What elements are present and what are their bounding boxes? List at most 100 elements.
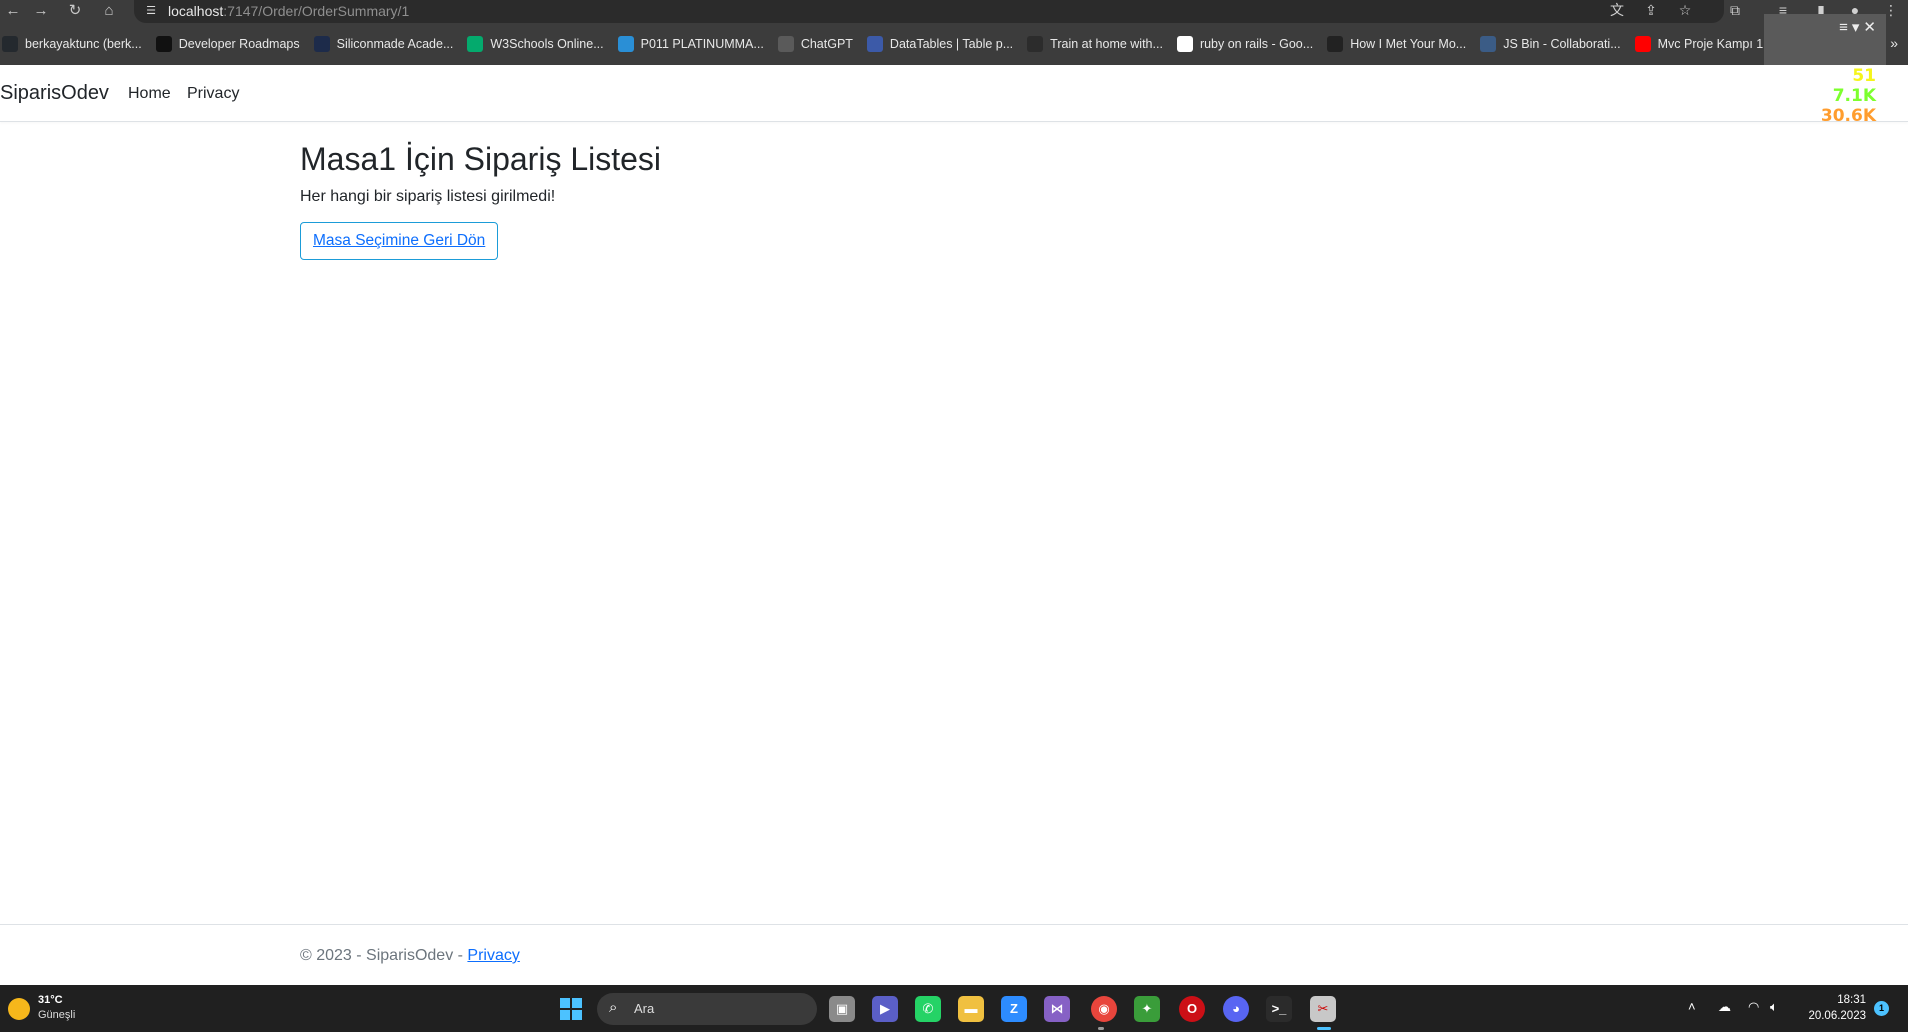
- search-placeholder: Ara: [634, 1001, 655, 1016]
- search-icon: ⌕: [609, 999, 618, 1016]
- snipping-tool-icon[interactable]: ✂: [1310, 996, 1336, 1022]
- taskbar-search[interactable]: ⌕ Ara: [597, 993, 817, 1025]
- bookmark-item[interactable]: How I Met Your Mo...: [1327, 30, 1466, 58]
- address-url[interactable]: localhost:7147/Order/OrderSummary/1: [168, 3, 409, 19]
- google-icon: [1176, 36, 1193, 52]
- active-app-indicator: [1317, 1027, 1331, 1030]
- address-bar[interactable]: ☰ localhost:7147/Order/OrderSummary/1 文 …: [134, 0, 1724, 23]
- github-icon: [2, 36, 18, 52]
- page-title: Masa1 İçin Sipariş Listesi: [300, 141, 662, 177]
- translate-icon[interactable]: 文: [1604, 0, 1630, 23]
- image-icon: [617, 36, 634, 52]
- bookmark-item[interactable]: P011 PLATINUMMA...: [617, 30, 764, 58]
- siliconmade-icon: [313, 36, 330, 52]
- bookmark-star-icon[interactable]: ☆: [1672, 0, 1698, 23]
- clock-date: 20.06.2023: [1808, 1010, 1866, 1022]
- back-to-table-selection-button[interactable]: Masa Seçimine Geri Dön: [300, 222, 499, 260]
- share-icon[interactable]: ⇪: [1638, 0, 1664, 23]
- url-path: :7147/Order/OrderSummary/1: [223, 3, 410, 19]
- bookmark-label: Developer Roadmaps: [178, 37, 300, 51]
- opera-icon[interactable]: O: [1179, 996, 1205, 1022]
- circle-icon: [1027, 36, 1044, 52]
- bookmark-item[interactable]: berkayaktunc (berk...: [2, 30, 142, 58]
- bookmark-item[interactable]: Mvc Proje Kampı 1...: [1634, 30, 1774, 58]
- bookmarks-bar: berkayaktunc (berk... Developer Roadmaps S…: [0, 23, 1908, 65]
- system-clock[interactable]: 18:31 20.06.2023: [1796, 992, 1866, 1024]
- bookmark-label: ChatGPT: [800, 37, 853, 51]
- whatsapp-icon[interactable]: ✆: [915, 996, 941, 1022]
- stats-overlay-widget: ≡▾✕ 51 7.1K 30.6K: [1764, 14, 1886, 126]
- onedrive-icon[interactable]: ☁: [1718, 999, 1731, 1015]
- bookmark-item[interactable]: DataTables | Table p...: [866, 30, 1014, 58]
- w3schools-icon: [467, 36, 484, 52]
- chrome-icon[interactable]: ◉: [1091, 996, 1117, 1022]
- url-host: localhost: [168, 3, 224, 19]
- volume-icon[interactable]: 🔈︎: [1770, 999, 1778, 1015]
- reload-icon[interactable]: ↻: [62, 0, 88, 23]
- bookmark-item[interactable]: Developer Roadmaps: [155, 30, 300, 58]
- windows-start-icon[interactable]: [560, 998, 582, 1020]
- sun-icon: [8, 998, 30, 1020]
- bookmark-label: P011 PLATINUMMA...: [640, 37, 764, 51]
- nav-link-home[interactable]: Home: [128, 85, 171, 103]
- bookmark-item[interactable]: ruby on rails - Goo...: [1176, 30, 1314, 58]
- discord-icon[interactable]: ◕: [1223, 996, 1249, 1022]
- app-icon[interactable]: ✦: [1134, 996, 1160, 1022]
- chatgpt-icon: [777, 36, 794, 52]
- footer-text: © 2023 - SiparisOdev - Privacy: [300, 947, 520, 965]
- bookmark-label: Siliconmade Acade...: [336, 37, 454, 51]
- youtube-icon: [1634, 36, 1651, 52]
- footer-privacy-link[interactable]: Privacy: [467, 947, 519, 964]
- bookmark-label: Mvc Proje Kampı 1...: [1657, 37, 1774, 51]
- nav-link-privacy[interactable]: Privacy: [187, 85, 239, 103]
- bookmark-label: How I Met Your Mo...: [1350, 37, 1467, 51]
- back-arrow-icon[interactable]: ←: [0, 0, 26, 23]
- empty-order-message: Her hangi bir sipariş listesi girilmedi!: [300, 188, 556, 205]
- home-icon[interactable]: ⌂: [96, 0, 122, 23]
- extensions-icon[interactable]: ⧉: [1722, 0, 1748, 23]
- file-explorer-icon[interactable]: ▬: [958, 996, 984, 1022]
- widget-value-3: 30.6K: [1820, 106, 1876, 126]
- site-footer: © 2023 - SiparisOdev - Privacy: [0, 924, 1908, 985]
- footer-copyright: © 2023 - SiparisOdev -: [300, 947, 468, 964]
- show-hidden-icons[interactable]: ˄: [1688, 999, 1696, 1014]
- main-content: Masa1 İçin Sipariş Listesi Her hangi bir…: [300, 140, 1608, 260]
- jsbin-icon: [1480, 36, 1497, 52]
- bookmark-label: berkayaktunc (berk...: [25, 37, 142, 51]
- zoom-icon[interactable]: Z: [1001, 996, 1027, 1022]
- browser-toolbar: ← → ↻ ⌂ ☰ localhost:7147/Order/OrderSumm…: [0, 0, 1908, 23]
- teams-icon[interactable]: ▶: [872, 996, 898, 1022]
- bookmark-label: ruby on rails - Goo...: [1199, 37, 1314, 51]
- wifi-icon[interactable]: ◠: [1748, 999, 1759, 1015]
- chrome-running-indicator: [1098, 1027, 1104, 1030]
- forward-arrow-icon[interactable]: →: [28, 0, 54, 23]
- datatables-icon: [866, 36, 883, 52]
- bookmark-item[interactable]: Train at home with...: [1027, 30, 1163, 58]
- site-info-icon[interactable]: ☰: [144, 4, 158, 18]
- bookmark-label: DataTables | Table p...: [889, 37, 1014, 51]
- terminal-icon[interactable]: >_: [1266, 996, 1292, 1022]
- weather-widget[interactable]: 31°C Güneşli: [8, 993, 98, 1025]
- widget-controls[interactable]: ≡▾✕: [1839, 18, 1880, 36]
- bookmark-item[interactable]: ChatGPT: [777, 30, 853, 58]
- windows-taskbar: 31°C Güneşli ⌕ Ara ▣ ▶ ✆ ▬ Z ⋈ ◉ ✦ O ◕ >…: [0, 985, 1908, 1032]
- site-navbar: SiparisOdev Home Privacy: [0, 65, 1908, 122]
- weather-description: Güneşli: [38, 1009, 76, 1021]
- bookmark-label: W3Schools Online...: [490, 37, 604, 51]
- visual-studio-icon[interactable]: ⋈: [1044, 996, 1070, 1022]
- widget-header: ≡▾✕: [1764, 14, 1886, 65]
- clock-time: 18:31: [1837, 994, 1866, 1006]
- bookmark-label: JS Bin - Collaborati...: [1503, 37, 1621, 51]
- bookmark-item[interactable]: JS Bin - Collaborati...: [1480, 30, 1621, 58]
- notification-badge[interactable]: 1: [1874, 1001, 1889, 1016]
- bookmark-item[interactable]: W3Schools Online...: [467, 30, 604, 58]
- weather-temperature: 31°C: [38, 994, 63, 1006]
- bookmark-label: Train at home with...: [1050, 37, 1163, 51]
- more-bookmarks-icon[interactable]: »: [1890, 35, 1898, 51]
- widget-value-1: 51: [1852, 66, 1876, 86]
- bookmark-item[interactable]: Siliconmade Acade...: [313, 30, 454, 58]
- widget-value-2: 7.1K: [1832, 86, 1876, 106]
- robot-icon: [1327, 36, 1344, 52]
- site-brand[interactable]: SiparisOdev: [0, 82, 109, 105]
- task-view-icon[interactable]: ▣: [829, 996, 855, 1022]
